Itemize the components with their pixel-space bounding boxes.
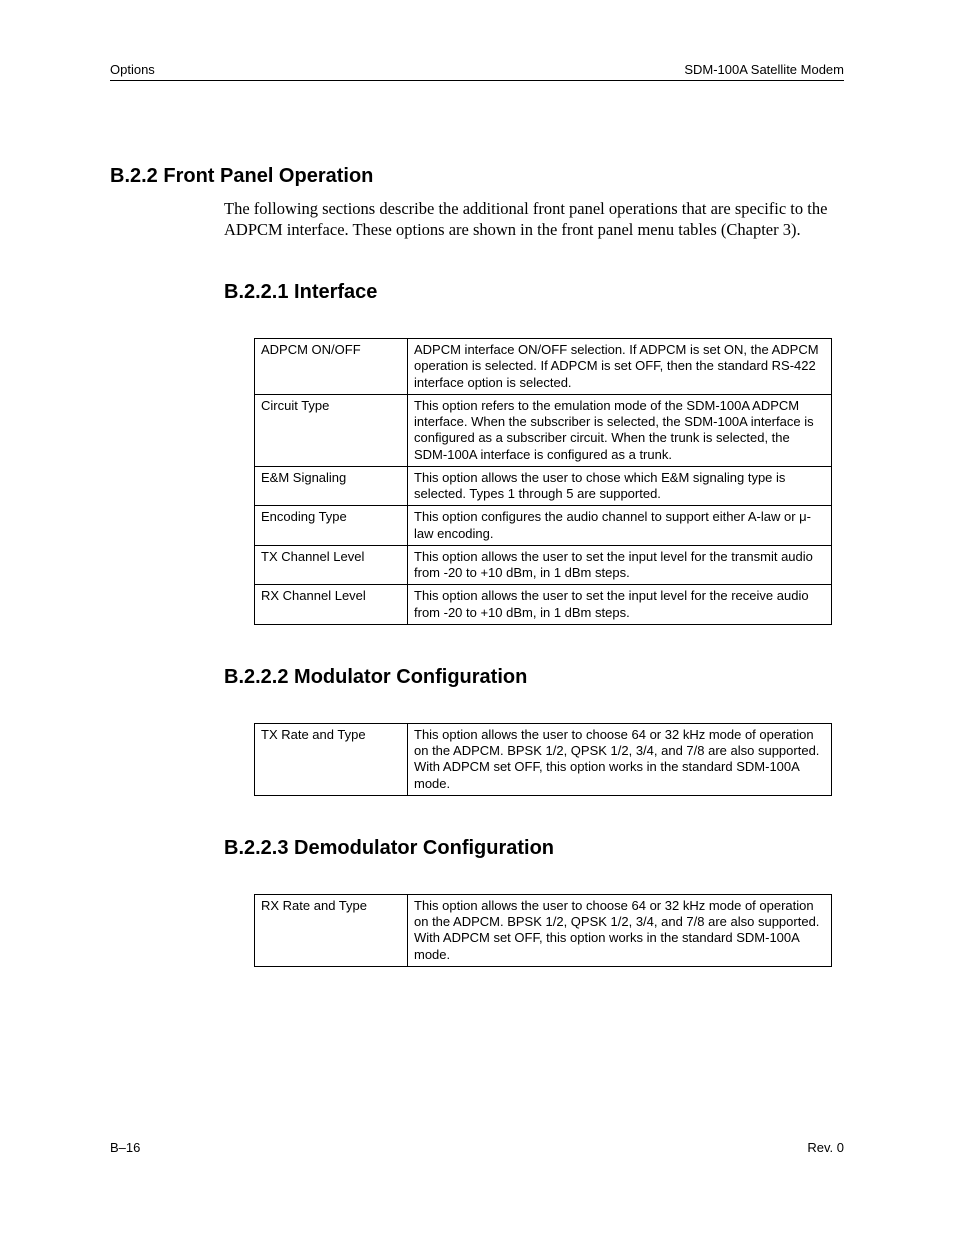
footer-left: B–16 bbox=[110, 1140, 140, 1155]
table-row: RX Rate and Type This option allows the … bbox=[255, 894, 832, 966]
table-demodulator: RX Rate and Type This option allows the … bbox=[254, 894, 832, 967]
table-row: TX Channel Level This option allows the … bbox=[255, 545, 832, 585]
page: Options SDM-100A Satellite Modem B.2.2 F… bbox=[0, 0, 954, 1235]
page-footer: B–16 Rev. 0 bbox=[110, 1140, 844, 1195]
table-row: RX Channel Level This option allows the … bbox=[255, 585, 832, 625]
cell-label: E&M Signaling bbox=[255, 466, 408, 506]
heading-b22: B.2.2 Front Panel Operation bbox=[110, 165, 844, 188]
body-b22: The following sections describe the addi… bbox=[224, 198, 844, 240]
table-row: ADPCM ON/OFF ADPCM interface ON/OFF sele… bbox=[255, 339, 832, 395]
cell-label: TX Rate and Type bbox=[255, 723, 408, 795]
cell-desc: ADPCM interface ON/OFF selection. If ADP… bbox=[408, 339, 832, 395]
cell-desc: This option allows the user to set the i… bbox=[408, 585, 832, 625]
page-header: Options SDM-100A Satellite Modem bbox=[110, 62, 844, 81]
cell-label: RX Channel Level bbox=[255, 585, 408, 625]
cell-desc: This option allows the user to set the i… bbox=[408, 545, 832, 585]
footer-right: Rev. 0 bbox=[807, 1140, 844, 1155]
table-row: E&M Signaling This option allows the use… bbox=[255, 466, 832, 506]
header-left: Options bbox=[110, 62, 155, 77]
cell-label: TX Channel Level bbox=[255, 545, 408, 585]
cell-desc: This option allows the user to choose 64… bbox=[408, 723, 832, 795]
table-modulator: TX Rate and Type This option allows the … bbox=[254, 723, 832, 796]
cell-desc: This option refers to the emulation mode… bbox=[408, 394, 832, 466]
table-row: Encoding Type This option configures the… bbox=[255, 506, 832, 546]
cell-label: ADPCM ON/OFF bbox=[255, 339, 408, 395]
cell-desc: This option allows the user to chose whi… bbox=[408, 466, 832, 506]
cell-label: RX Rate and Type bbox=[255, 894, 408, 966]
heading-b221: B.2.2.1 Interface bbox=[224, 281, 844, 304]
cell-label: Circuit Type bbox=[255, 394, 408, 466]
cell-desc: This option allows the user to choose 64… bbox=[408, 894, 832, 966]
table-row: Circuit Type This option refers to the e… bbox=[255, 394, 832, 466]
header-right: SDM-100A Satellite Modem bbox=[684, 62, 844, 77]
table-row: TX Rate and Type This option allows the … bbox=[255, 723, 832, 795]
cell-desc: This option configures the audio channel… bbox=[408, 506, 832, 546]
cell-label: Encoding Type bbox=[255, 506, 408, 546]
table-interface: ADPCM ON/OFF ADPCM interface ON/OFF sele… bbox=[254, 338, 832, 625]
heading-b223: B.2.2.3 Demodulator Configuration bbox=[224, 837, 844, 860]
heading-b222: B.2.2.2 Modulator Configuration bbox=[224, 666, 844, 689]
